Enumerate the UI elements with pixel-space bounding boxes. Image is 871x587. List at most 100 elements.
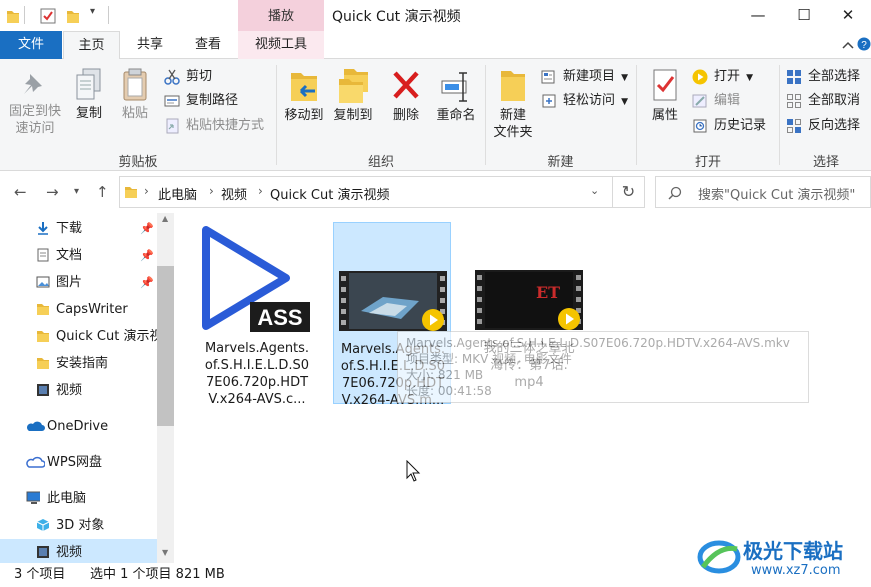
- ass-play-file-icon: ASS: [202, 226, 310, 332]
- nav-item-videos-quick[interactable]: 视频: [0, 377, 160, 404]
- tooltip-filename: Marvels.Agents.of.S.H.I.E.L.D.S07E06.720…: [406, 336, 790, 350]
- pin-label-1: 固定到快: [8, 104, 61, 119]
- tab-home[interactable]: 主页: [63, 31, 120, 60]
- search-box[interactable]: 搜索"Quick Cut 演示视频": [655, 176, 871, 208]
- nav-item-capswriter[interactable]: CapsWriter: [0, 296, 160, 323]
- paste-button[interactable]: 粘贴: [114, 67, 156, 122]
- paste-shortcut-button[interactable]: 粘贴快捷方式: [164, 115, 264, 137]
- nav-label: 文档: [56, 248, 83, 263]
- nav-item-install-guide[interactable]: 安装指南: [0, 350, 160, 377]
- group-separator: [779, 65, 780, 165]
- back-arrow-icon[interactable]: ←: [14, 183, 27, 201]
- tab-view[interactable]: 查看: [180, 31, 236, 59]
- invert-selection-icon: [787, 119, 801, 133]
- minimize-button[interactable]: —: [735, 0, 781, 31]
- maximize-button[interactable]: ☐: [781, 0, 827, 31]
- close-button[interactable]: ✕: [825, 0, 871, 31]
- select-all-button[interactable]: 全部选择: [786, 66, 860, 88]
- nav-item-onedrive[interactable]: OneDrive: [0, 413, 160, 440]
- customize-quick-access-icon[interactable]: ▾: [90, 6, 95, 17]
- nav-item-this-pc[interactable]: 此电脑: [0, 485, 160, 512]
- breadcrumb-this-pc[interactable]: 此电脑: [158, 184, 197, 203]
- collapse-ribbon-icon[interactable]: [842, 40, 854, 50]
- chevron-down-icon[interactable]: ⌄: [590, 184, 599, 197]
- edit-button[interactable]: 编辑: [692, 90, 740, 112]
- scroll-down-icon[interactable]: ▼: [162, 548, 168, 557]
- delete-button[interactable]: 删除: [388, 67, 424, 124]
- nav-item-documents[interactable]: 文档 📌: [0, 242, 160, 269]
- folder-icon: [37, 331, 49, 342]
- folder-icon: [37, 304, 49, 315]
- tab-video-tools[interactable]: 视频工具: [238, 31, 324, 59]
- new-folder-button[interactable]: 新建 文件夹: [490, 67, 536, 141]
- select-none-label: 全部取消: [808, 93, 861, 108]
- paste-shortcut-icon: [166, 118, 179, 134]
- breadcrumb-videos[interactable]: 视频: [221, 184, 247, 203]
- title-divider: [108, 6, 109, 24]
- select-none-button[interactable]: 全部取消: [786, 90, 860, 112]
- move-to-label: 移动到: [284, 108, 324, 123]
- cloud-icon: [26, 456, 45, 468]
- chevron-down-icon: ▼: [621, 97, 629, 107]
- nav-item-wps-drive[interactable]: WPS网盘: [0, 449, 160, 476]
- properties-button[interactable]: 属性: [643, 67, 687, 124]
- rename-button[interactable]: 重命名: [430, 67, 482, 124]
- copy-path-button[interactable]: 复制路径: [164, 90, 238, 112]
- mouse-cursor-icon: [406, 460, 421, 482]
- easy-access-button[interactable]: 轻松访问 ▼: [541, 90, 628, 112]
- nav-item-pictures[interactable]: 图片 📌: [0, 269, 160, 296]
- chevron-down-icon: ▼: [746, 73, 754, 83]
- scroll-up-icon[interactable]: ▲: [162, 214, 168, 223]
- nav-item-3d-objects[interactable]: 3D 对象: [0, 512, 160, 539]
- history-button[interactable]: 历史记录: [692, 115, 766, 137]
- organize-group-label: 组织: [367, 155, 394, 170]
- file-explorer-window: ▾ 播放 Quick Cut 演示视频 — ☐ ✕ 文件 主页 共享 查看 视频…: [0, 0, 871, 587]
- tab-file[interactable]: 文件: [0, 31, 62, 59]
- copy-button[interactable]: 复制: [68, 67, 110, 122]
- history-icon: [693, 119, 707, 133]
- recent-locations-icon[interactable]: ▾: [74, 186, 79, 197]
- forward-arrow-icon[interactable]: →: [46, 183, 59, 201]
- ribbon-tabs: 文件 主页 共享 查看 视频工具 ?: [0, 31, 871, 60]
- item-count: 3 个项目: [14, 567, 66, 582]
- help-icon[interactable]: ?: [857, 37, 871, 51]
- nav-item-videos[interactable]: 视频: [0, 539, 160, 566]
- folder-icon[interactable]: [6, 8, 20, 24]
- nav-label: 安装指南: [56, 356, 109, 371]
- new-folder-quick-icon[interactable]: [66, 8, 80, 24]
- watermark-brand: 极光下载站: [743, 539, 843, 563]
- nav-label: OneDrive: [47, 419, 109, 434]
- copy-path-icon: [164, 95, 180, 107]
- invert-selection-button[interactable]: 反向选择: [786, 115, 860, 137]
- new-folder-label-1: 新建: [499, 108, 526, 123]
- tab-share[interactable]: 共享: [120, 31, 180, 59]
- aurora-logo-icon: [697, 540, 741, 574]
- nav-item-quick-cut[interactable]: Quick Cut 演示视: [0, 323, 160, 350]
- group-separator: [276, 65, 277, 165]
- pin-to-quick-access-button[interactable]: 固定到快 速访问: [4, 71, 66, 137]
- select-group-label: 选择: [812, 155, 839, 170]
- search-placeholder: 搜索"Quick Cut 演示视频": [698, 188, 856, 203]
- 3d-objects-icon: [36, 519, 50, 531]
- ribbon: 固定到快 速访问 复制 粘贴 剪切 复制路径 粘贴快捷方式 剪贴板 移动到 复制…: [0, 59, 871, 171]
- refresh-button[interactable]: ↻: [613, 176, 645, 208]
- up-arrow-icon[interactable]: ↑: [96, 183, 109, 201]
- rename-icon: [441, 72, 467, 102]
- properties-check-icon[interactable]: [40, 8, 56, 24]
- new-item-button[interactable]: 新建项目 ▼: [541, 66, 628, 88]
- open-button[interactable]: 打开 ▼: [692, 66, 753, 88]
- nav-item-downloads[interactable]: 下载 📌: [0, 215, 160, 242]
- breadcrumb-current-folder[interactable]: Quick Cut 演示视频: [270, 184, 389, 203]
- pin-icon: 📌: [140, 222, 154, 235]
- cut-button[interactable]: 剪切: [164, 66, 212, 88]
- nav-label: 视频: [56, 383, 83, 398]
- move-to-button[interactable]: 移动到: [280, 67, 328, 124]
- new-folder-icon: [501, 71, 525, 101]
- address-bar[interactable]: › 此电脑 › 视频 › Quick Cut 演示视频 ⌄: [119, 176, 613, 208]
- copy-to-button[interactable]: 复制到: [330, 67, 376, 124]
- file-item-ass[interactable]: ASS Marvels.Agents. of.S.H.I.E.L.D.S0 7E…: [198, 222, 316, 407]
- new-item-label: 新建项目: [563, 69, 616, 84]
- paste-shortcut-label: 粘贴快捷方式: [186, 118, 265, 133]
- nav-scrollbar-thumb[interactable]: [157, 266, 174, 426]
- download-icon: [38, 222, 48, 235]
